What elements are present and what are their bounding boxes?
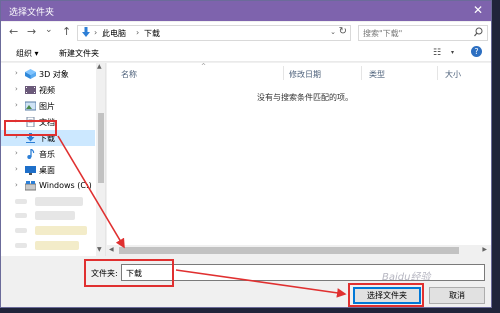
scroll-thumb[interactable]	[98, 113, 104, 183]
new-folder-button[interactable]: 新建文件夹	[59, 48, 99, 59]
blurred-nav-item	[35, 211, 75, 220]
nav-item-3d-objects[interactable]: › 3D 对象	[1, 66, 95, 82]
up-arrow-icon[interactable]: ↑	[62, 25, 71, 38]
annotation-box-select-button	[348, 283, 424, 307]
blurred-nav-item	[15, 228, 27, 233]
command-toolbar: 组织 ▾ 新建文件夹 ☷ ▾ ?	[1, 44, 491, 62]
blurred-nav-item	[15, 199, 27, 204]
blurred-nav-item	[35, 241, 79, 250]
download-folder-icon	[82, 27, 90, 37]
expand-arrow-icon[interactable]: ›	[15, 69, 18, 77]
3d-objects-icon	[25, 69, 36, 79]
nav-scrollbar[interactable]: ▲ ▼	[96, 63, 105, 256]
scroll-right-icon[interactable]: ▶	[482, 246, 487, 253]
expand-arrow-icon[interactable]: ›	[15, 181, 18, 189]
breadcrumb-this-pc[interactable]: 此电脑	[102, 28, 126, 39]
nav-item-label: 3D 对象	[39, 70, 69, 79]
search-placeholder: 搜索"下载"	[363, 29, 403, 38]
scroll-up-icon[interactable]: ▲	[97, 63, 102, 70]
pictures-icon	[25, 101, 36, 111]
file-list: ^ 名称 修改日期 类型 大小 没有与搜索条件匹配的项。	[107, 63, 491, 256]
empty-message: 没有与搜索条件匹配的项。	[257, 93, 353, 102]
scroll-left-icon[interactable]: ◀	[109, 246, 114, 253]
back-arrow-icon[interactable]: ←	[9, 25, 18, 38]
address-dropdown-icon[interactable]: ⌄	[330, 28, 336, 36]
nav-item-windows-c[interactable]: › Windows (C:)	[1, 178, 95, 194]
music-icon	[27, 149, 35, 159]
title-bar: 选择文件夹 ✕	[1, 1, 491, 21]
annotation-box-folder-field	[84, 259, 174, 287]
nav-item-label: Windows (C:)	[39, 181, 92, 190]
watermark: Baidu经验	[382, 272, 431, 283]
select-folder-dialog: 选择文件夹 ✕ ← → ⌄ ↑ › 此电脑 › 下载 ⌄ ↻ 搜索"下载" 组织…	[0, 0, 492, 308]
expand-arrow-icon[interactable]: ›	[15, 149, 18, 157]
drive-icon	[25, 181, 36, 191]
blurred-nav-item	[35, 226, 87, 235]
scroll-thumb[interactable]	[119, 247, 459, 254]
expand-arrow-icon[interactable]: ›	[15, 165, 18, 173]
column-header-size[interactable]: 大小	[445, 69, 461, 80]
close-icon[interactable]: ✕	[473, 3, 483, 17]
search-input[interactable]: 搜索"下载"	[358, 25, 488, 41]
nav-item-pictures[interactable]: › 图片	[1, 98, 95, 114]
nav-item-label: 音乐	[39, 150, 55, 159]
nav-item-music[interactable]: › 音乐	[1, 146, 95, 162]
blurred-nav-item	[35, 197, 83, 206]
column-header-name[interactable]: 名称	[121, 69, 137, 80]
nav-item-desktop[interactable]: › 桌面	[1, 162, 95, 178]
forward-arrow-icon[interactable]: →	[27, 25, 36, 38]
column-divider[interactable]	[283, 66, 284, 80]
view-options-icon[interactable]: ☷	[433, 48, 441, 58]
column-divider[interactable]	[437, 66, 438, 80]
help-icon[interactable]: ?	[471, 46, 482, 57]
video-icon	[25, 86, 36, 94]
breadcrumb-separator: ›	[136, 28, 140, 37]
desktop-icon	[25, 166, 36, 175]
window-title: 选择文件夹	[9, 8, 55, 18]
column-divider[interactable]	[361, 66, 362, 80]
expand-arrow-icon[interactable]: ›	[15, 85, 18, 93]
navigation-pane: › 3D 对象 › 视频 › 图片 › 文档 › 下载 › 音乐 › 桌面 › …	[1, 63, 106, 256]
annotation-box-downloads	[4, 120, 57, 136]
history-dropdown-icon[interactable]: ⌄	[45, 25, 53, 35]
sort-caret-icon: ^	[201, 63, 207, 70]
refresh-icon[interactable]: ↻	[339, 26, 347, 37]
cancel-button[interactable]: 取消	[429, 287, 485, 304]
organize-button[interactable]: 组织 ▾	[16, 48, 39, 59]
blurred-nav-item	[15, 243, 27, 248]
column-header-date[interactable]: 修改日期	[289, 69, 321, 80]
horizontal-scrollbar[interactable]: ◀ ▶	[107, 245, 491, 256]
breadcrumb-separator: ›	[94, 28, 98, 37]
column-header-type[interactable]: 类型	[369, 69, 385, 80]
nav-item-label: 桌面	[39, 166, 55, 175]
nav-item-videos[interactable]: › 视频	[1, 82, 95, 98]
blurred-nav-item	[15, 213, 27, 218]
search-icon[interactable]	[474, 27, 483, 37]
address-bar[interactable]: › 此电脑 › 下载 ⌄ ↻	[77, 25, 351, 41]
scroll-down-icon[interactable]: ▼	[97, 246, 102, 253]
expand-arrow-icon[interactable]: ›	[15, 101, 18, 109]
view-dropdown-icon[interactable]: ▾	[451, 49, 454, 56]
nav-item-label: 视频	[39, 86, 55, 95]
breadcrumb-downloads[interactable]: 下载	[144, 28, 160, 39]
nav-item-label: 图片	[39, 102, 55, 111]
address-row: ← → ⌄ ↑ › 此电脑 › 下载 ⌄ ↻ 搜索"下载"	[1, 22, 491, 44]
